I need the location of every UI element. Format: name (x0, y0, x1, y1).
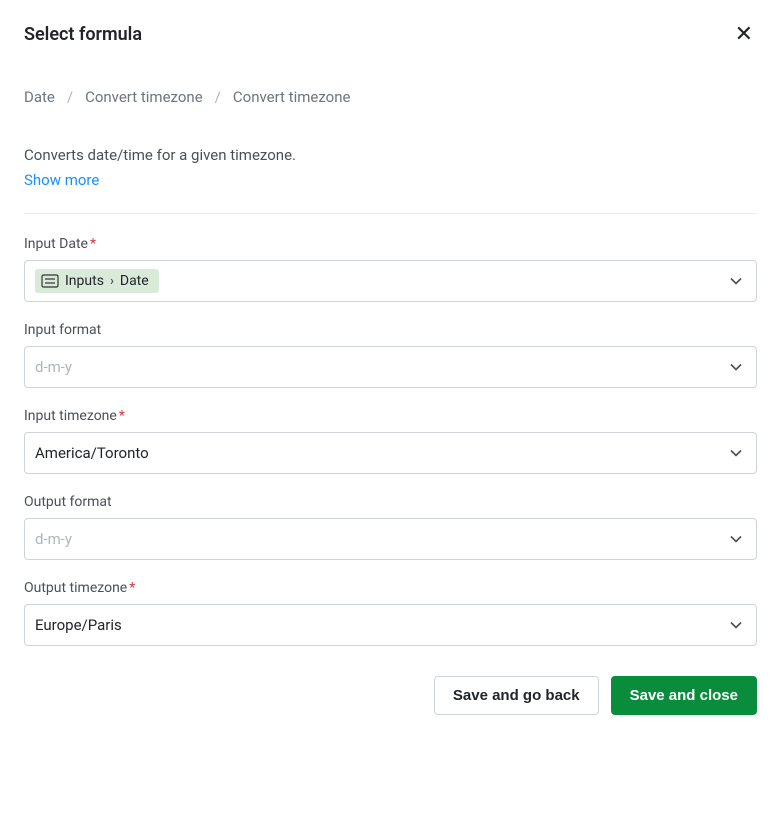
breadcrumb-item: Convert timezone (233, 88, 351, 106)
breadcrumb-item[interactable]: Date (24, 88, 55, 106)
label-text: Input timezone (24, 408, 117, 424)
required-marker: * (129, 580, 135, 596)
input-format-label: Input format (24, 322, 757, 338)
divider (24, 213, 757, 214)
chip-segment: Inputs (65, 273, 104, 289)
label-text: Output format (24, 494, 112, 510)
chevron-down-icon (730, 363, 742, 371)
input-date-field[interactable]: Inputs › Date (24, 260, 757, 302)
output-timezone-field[interactable]: Europe/Paris (24, 604, 757, 646)
close-icon[interactable]: ✕ (731, 24, 757, 46)
chip-segment: Date (120, 273, 149, 289)
variable-icon (41, 273, 59, 289)
breadcrumb-separator: / (215, 88, 221, 106)
save-and-close-button[interactable]: Save and close (611, 676, 757, 715)
output-format-label: Output format (24, 494, 757, 510)
required-marker: * (119, 408, 125, 424)
input-timezone-label: Input timezone* (24, 408, 757, 424)
breadcrumb-item[interactable]: Convert timezone (85, 88, 203, 106)
modal-title: Select formula (24, 24, 142, 45)
breadcrumb: Date / Convert timezone / Convert timezo… (24, 88, 757, 106)
placeholder: d-m-y (35, 530, 72, 548)
chevron-down-icon (730, 449, 742, 457)
input-format-field[interactable]: d-m-y (24, 346, 757, 388)
chevron-down-icon (730, 621, 742, 629)
label-text: Input format (24, 322, 101, 338)
chevron-right-icon: › (110, 274, 114, 289)
required-marker: * (90, 236, 96, 252)
output-format-field[interactable]: d-m-y (24, 518, 757, 560)
formula-description: Converts date/time for a given timezone. (24, 146, 757, 164)
input-date-label: Input Date* (24, 236, 757, 252)
input-timezone-field[interactable]: America/Toronto (24, 432, 757, 474)
label-text: Input Date (24, 236, 88, 252)
chevron-down-icon (730, 535, 742, 543)
field-value: Europe/Paris (35, 616, 122, 634)
chevron-down-icon (730, 277, 742, 285)
label-text: Output timezone (24, 580, 127, 596)
field-value: America/Toronto (35, 444, 149, 462)
show-more-link[interactable]: Show more (24, 171, 99, 189)
output-timezone-label: Output timezone* (24, 580, 757, 596)
save-and-go-back-button[interactable]: Save and go back (434, 676, 599, 715)
breadcrumb-separator: / (67, 88, 73, 106)
placeholder: d-m-y (35, 358, 72, 376)
variable-chip[interactable]: Inputs › Date (35, 269, 159, 293)
